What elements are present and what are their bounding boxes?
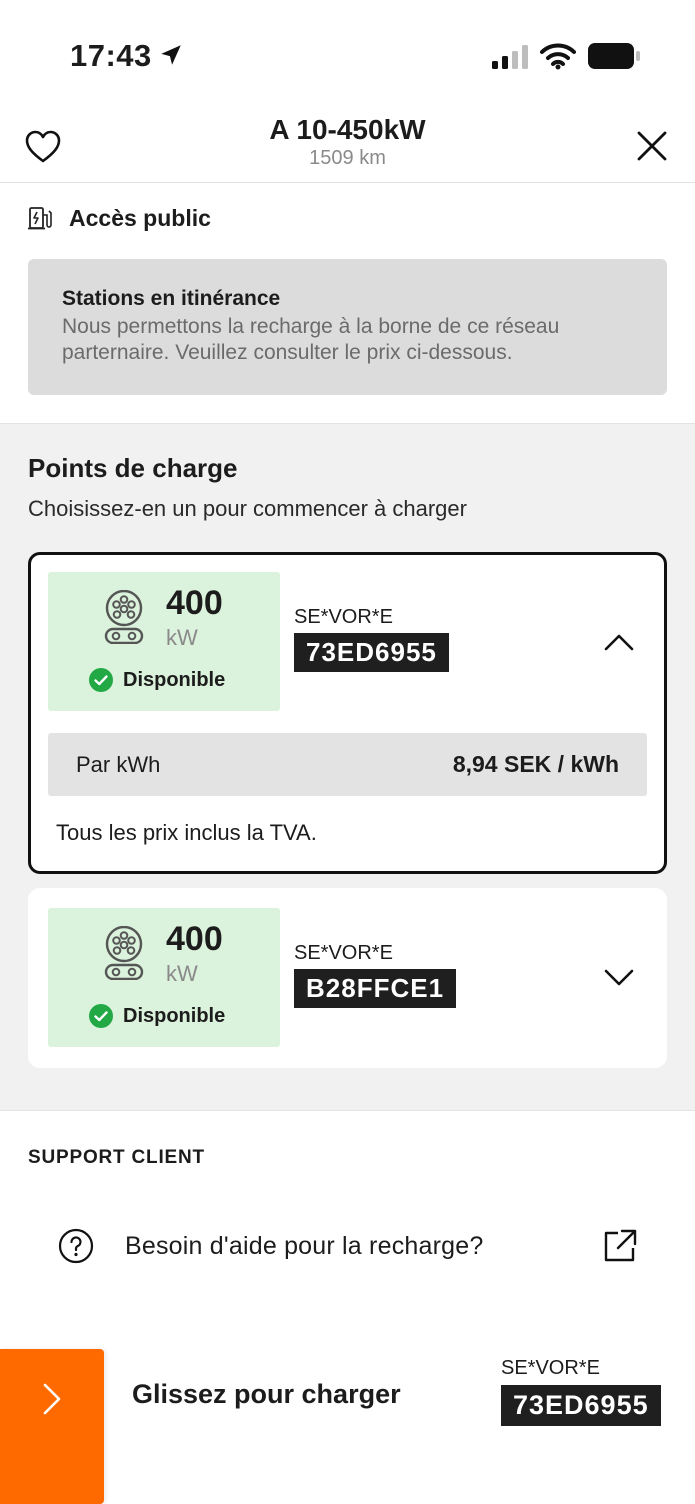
power-value: 400 bbox=[166, 920, 223, 958]
roaming-title: Stations en itinérance bbox=[62, 287, 281, 310]
power-unit: kW bbox=[166, 961, 198, 986]
power-value: 400 bbox=[166, 584, 223, 622]
support-link-label: Besoin d'aide pour la recharge? bbox=[125, 1232, 484, 1260]
status-time: 17:43 bbox=[70, 38, 152, 73]
signal-icon bbox=[492, 45, 528, 69]
check-circle-icon bbox=[89, 1004, 113, 1028]
check-circle-icon bbox=[89, 668, 113, 692]
station-title: A 10-450kW bbox=[269, 114, 426, 145]
evse-operator: SE*VOR*E bbox=[294, 606, 393, 628]
status-bar: 17:43 bbox=[0, 0, 695, 110]
charge-point-card-selected[interactable]: 400 kW Disponible SE*VOR*E 73ED6955 Par … bbox=[28, 552, 667, 874]
access-row: Accès public bbox=[28, 200, 211, 236]
power-status-box: 400 kW Disponible bbox=[48, 908, 280, 1047]
price-value: 8,94 SEK / kWh bbox=[452, 751, 619, 777]
wifi-icon bbox=[540, 43, 576, 70]
close-icon[interactable] bbox=[634, 128, 670, 164]
charge-point-card[interactable]: 400 kW Disponible SE*VOR*E B28FFCE1 bbox=[28, 888, 667, 1068]
evse-id-badge: B28FFCE1 bbox=[294, 969, 457, 1008]
location-arrow-icon bbox=[161, 45, 181, 65]
support-link-charging-help[interactable]: Besoin d'aide pour la recharge? bbox=[0, 1202, 695, 1292]
selected-evse-id-badge: 73ED6955 bbox=[501, 1385, 661, 1426]
connector-plug-icon bbox=[104, 926, 144, 980]
evse-id-badge: 73ED6955 bbox=[294, 633, 449, 672]
evse-operator: SE*VOR*E bbox=[294, 942, 393, 964]
roaming-info-box: Stations en itinérance Nous permettons l… bbox=[28, 259, 667, 395]
vat-note: Tous les prix inclus la TVA. bbox=[56, 820, 317, 845]
selected-operator: SE*VOR*E bbox=[501, 1357, 600, 1379]
connector-plug-icon bbox=[104, 590, 144, 644]
availability-label: Disponible bbox=[123, 1004, 226, 1027]
power-status-box: 400 kW Disponible bbox=[48, 572, 280, 711]
price-label: Par kWh bbox=[76, 752, 161, 777]
chevron-down-icon[interactable] bbox=[603, 966, 635, 990]
question-circle-icon bbox=[58, 1228, 94, 1264]
swipe-label: Glissez pour charger bbox=[132, 1379, 401, 1409]
charge-points-subtitle: Choisissez-en un pour commencer à charge… bbox=[28, 496, 467, 521]
power-unit: kW bbox=[166, 625, 198, 650]
station-distance: 1509 km bbox=[309, 147, 386, 169]
price-row: Par kWh 8,94 SEK / kWh bbox=[48, 733, 647, 796]
station-header: A 10-450kW 1509 km bbox=[0, 110, 695, 183]
availability-label: Disponible bbox=[123, 668, 226, 691]
access-label: Accès public bbox=[69, 204, 211, 231]
chevron-right-icon bbox=[43, 1383, 61, 1415]
availability-status: Disponible bbox=[89, 1004, 225, 1028]
swipe-handle[interactable] bbox=[0, 1349, 104, 1504]
chevron-up-icon[interactable] bbox=[603, 630, 635, 654]
support-section-title: SUPPORT CLIENT bbox=[28, 1147, 205, 1168]
roaming-description: Nous permettons la recharge à la borne d… bbox=[62, 315, 560, 364]
charging-station-icon bbox=[28, 207, 52, 230]
external-link-icon bbox=[604, 1229, 637, 1262]
battery-icon bbox=[588, 43, 640, 69]
availability-status: Disponible bbox=[89, 668, 225, 692]
swipe-to-charge-bar: Glissez pour charger SE*VOR*E 73ED6955 bbox=[0, 1349, 695, 1504]
charge-points-title: Points de charge bbox=[28, 453, 238, 483]
